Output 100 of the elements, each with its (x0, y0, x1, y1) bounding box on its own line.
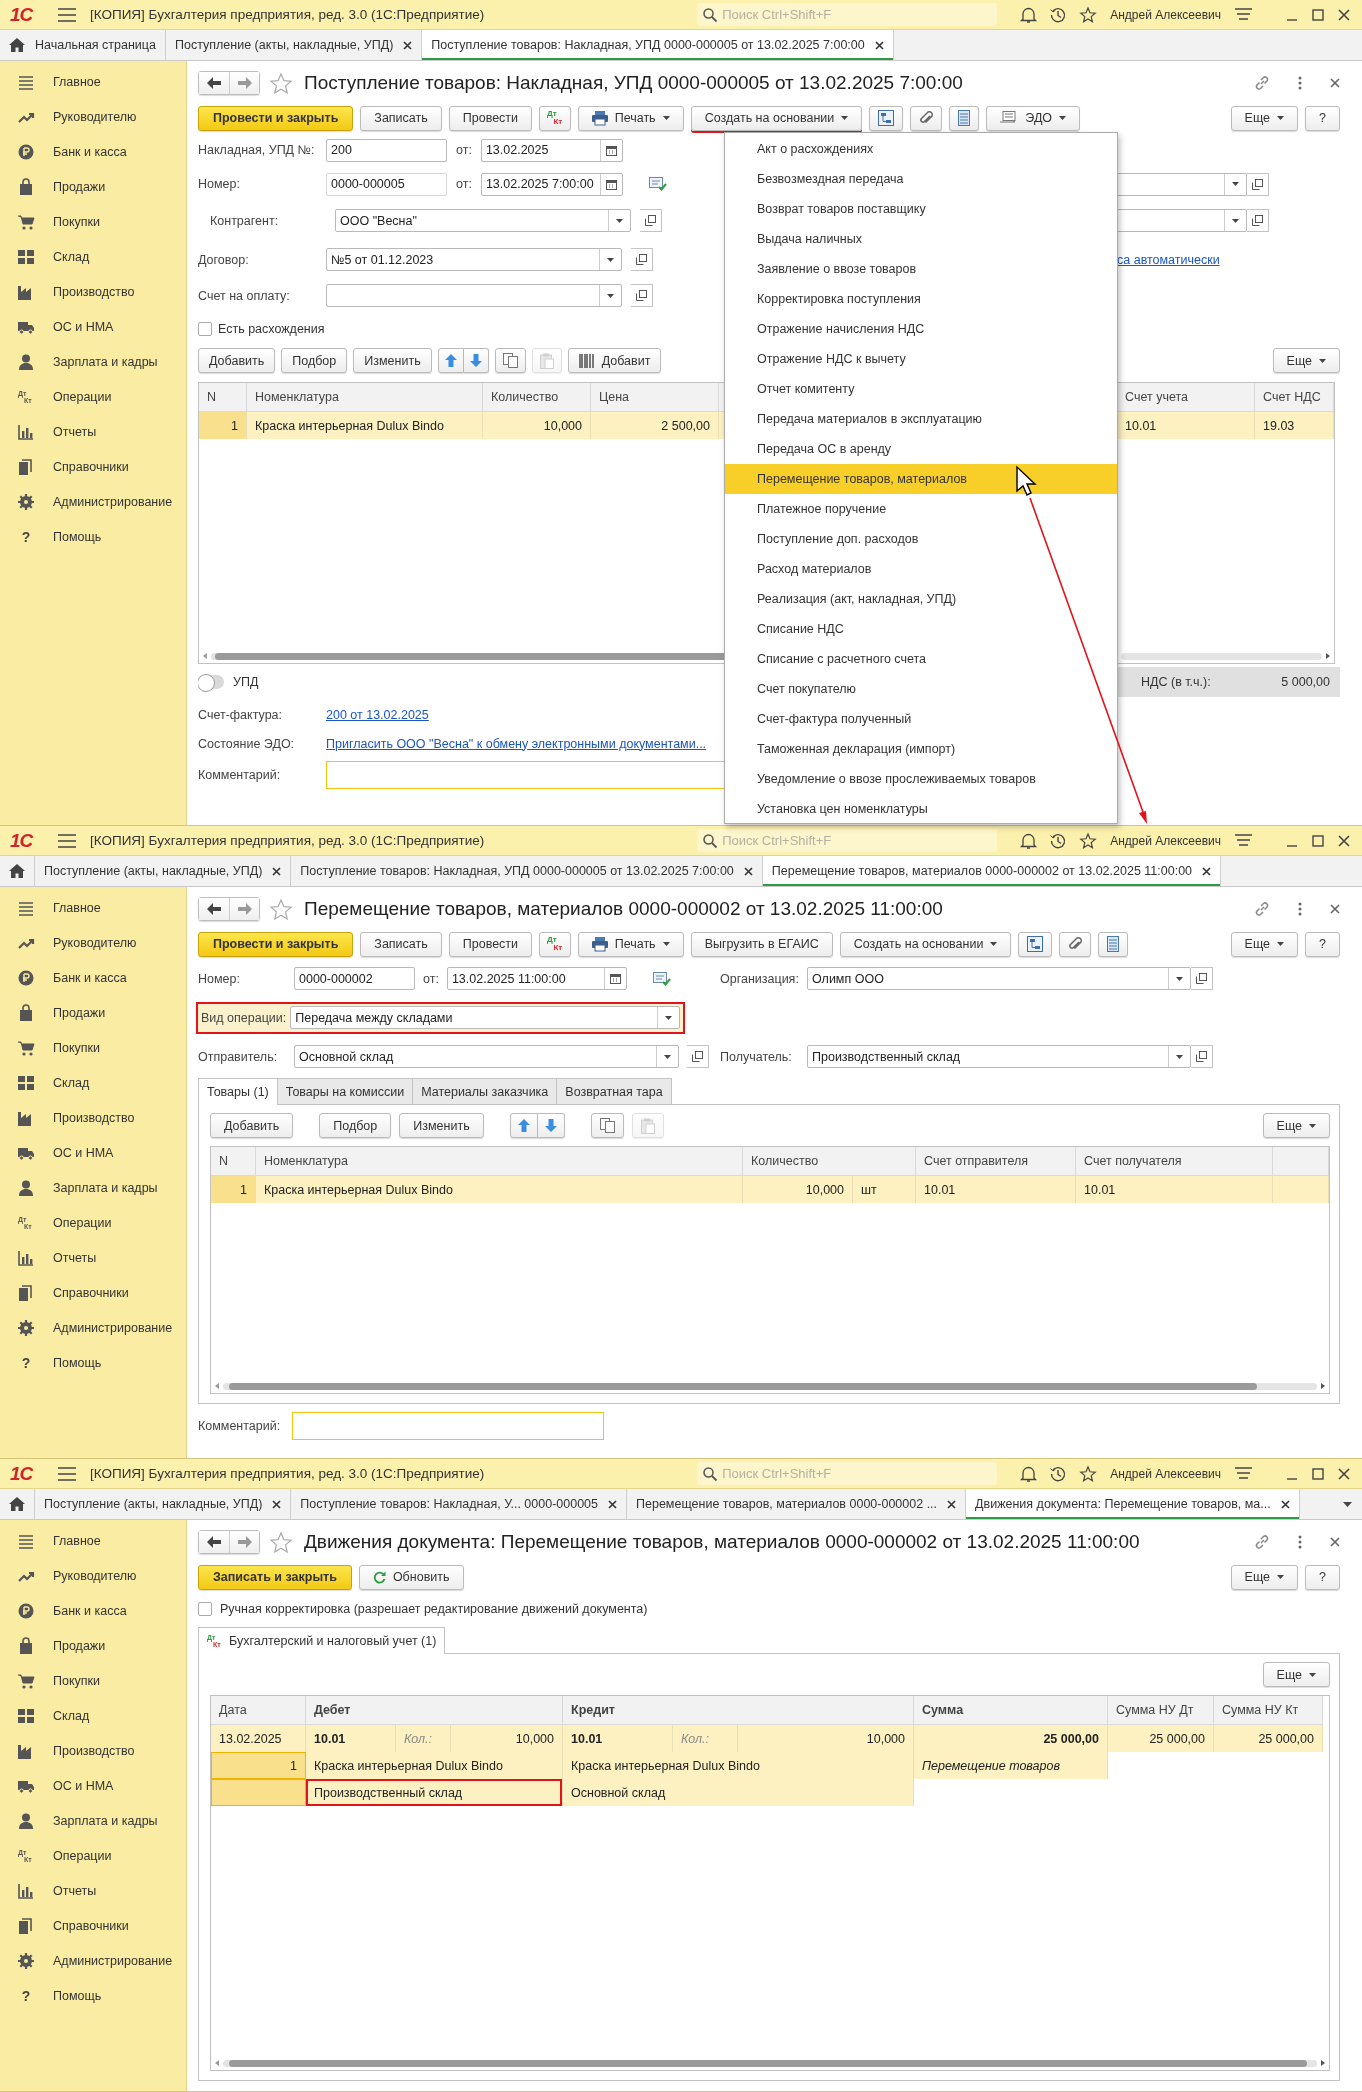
sidebar-item[interactable]: Покупки (0, 204, 186, 239)
sidebar-item[interactable]: Производство (0, 1733, 186, 1768)
date-field[interactable]: 13.02.2025 (480, 138, 623, 162)
menu-icon[interactable] (58, 833, 76, 848)
bell-icon[interactable] (1021, 6, 1037, 23)
dropdown-field[interactable] (1117, 172, 1247, 196)
list-button[interactable] (1098, 931, 1129, 957)
sidebar-item[interactable]: ОС и НМА (0, 1768, 186, 1803)
search-field[interactable]: Поиск Ctrl+Shift+F (697, 829, 998, 852)
dropdown-button[interactable]: Еще (1262, 1113, 1330, 1138)
column-header[interactable]: Счет отправителя (916, 1147, 1076, 1176)
open-button[interactable] (1247, 172, 1269, 196)
move-up-button[interactable] (437, 348, 464, 373)
search-field[interactable]: Поиск Ctrl+Shift+F (697, 1462, 998, 1485)
sidebar-item[interactable]: Продажи (0, 169, 186, 204)
column-header[interactable]: Счет НДС (1255, 383, 1334, 412)
star-icon[interactable] (1080, 6, 1097, 23)
search-field[interactable]: Поиск Ctrl+Shift+F (697, 3, 998, 26)
open-button[interactable] (1191, 967, 1213, 990)
dropdown-button[interactable]: Еще (1230, 105, 1299, 131)
sidebar-item[interactable]: Банк и касса (0, 1593, 186, 1628)
menu-icon[interactable] (58, 1466, 76, 1481)
toolbar-button[interactable]: Выгрузить в ЕГАИС (690, 931, 833, 957)
list-button[interactable] (949, 105, 980, 131)
toolbar-button[interactable]: Изменить (399, 1113, 484, 1138)
sidebar-item[interactable]: Производство (0, 274, 186, 309)
dropdown-field[interactable]: Олимп ООО (807, 967, 1191, 990)
dropdown-field[interactable] (1117, 209, 1247, 232)
sidebar-item[interactable]: Справочники (0, 1275, 186, 1310)
close-icon[interactable] (947, 1499, 957, 1509)
link-icon[interactable] (1254, 901, 1270, 917)
open-button[interactable] (631, 248, 653, 271)
column-header[interactable]: Номенклатура (247, 383, 483, 412)
sidebar-item[interactable]: Главное (0, 1523, 186, 1558)
sidebar-item[interactable]: Склад (0, 239, 186, 274)
dropdown-button[interactable]: Еще (1230, 1564, 1299, 1590)
column-header[interactable]: Счет учета (1117, 383, 1255, 412)
date-field[interactable]: 13.02.2025 11:00:00 (446, 967, 627, 990)
date-field[interactable]: 13.02.2025 7:00:00 (480, 172, 623, 196)
close-icon[interactable] (272, 1499, 282, 1509)
sidebar-item[interactable]: ? Помощь (0, 1345, 186, 1380)
text-field[interactable]: 0000-000002 (294, 967, 415, 990)
barcode-button[interactable]: Добавит (567, 348, 662, 373)
bell-icon[interactable] (1021, 1465, 1037, 1482)
sidebar-item[interactable]: Администрирование (0, 484, 186, 519)
form-tab[interactable]: Материалы заказчика (412, 1078, 558, 1104)
menu-item[interactable]: Списание НДС (725, 614, 1117, 644)
sidebar-item[interactable]: Банк и касса (0, 134, 186, 169)
toolbar-button[interactable]: Записать (360, 105, 442, 131)
edo-button[interactable]: ЭДО (986, 105, 1081, 131)
toolbar-button[interactable]: ? (1305, 105, 1340, 131)
print-button[interactable]: Печать (577, 105, 684, 131)
menu-item[interactable]: Счет-фактура полученный (725, 704, 1117, 734)
more-icon[interactable] (1298, 76, 1302, 90)
user-name[interactable]: Андрей Алексеевич (1110, 1466, 1221, 1481)
menu-item[interactable]: Акт о расхождениях (725, 134, 1117, 164)
postings-button[interactable]: Дт Кт (539, 105, 571, 131)
window-tab[interactable]: Перемещение товаров, материалов 0000-000002 от 13.02.2025 11:00:00 (762, 856, 1222, 886)
table-cell[interactable]: 1 (211, 1752, 306, 1779)
sidebar-item[interactable]: Администрирование (0, 1943, 186, 1978)
attach-button[interactable] (1059, 931, 1092, 957)
sidebar-item[interactable]: Администрирование (0, 1310, 186, 1345)
column-header[interactable]: Номенклатура (256, 1147, 743, 1176)
close-icon[interactable] (1338, 8, 1350, 21)
primary-button[interactable]: Записать и закрыть (198, 1564, 352, 1590)
settings-menu-icon[interactable] (1235, 7, 1252, 22)
structure-button[interactable] (1018, 931, 1053, 957)
sidebar-item[interactable]: ? Помощь (0, 1978, 186, 2013)
dropdown-field[interactable]: №5 от 01.12.2023 (326, 248, 622, 271)
copy-button[interactable] (494, 348, 526, 373)
table-cell[interactable] (211, 1779, 306, 1806)
dropdown-button[interactable]: Еще (1262, 1662, 1330, 1687)
column-header[interactable]: Количество (483, 383, 591, 412)
dropdown-field[interactable] (326, 284, 622, 307)
dropdown-field[interactable]: Основной склад (294, 1045, 679, 1068)
link-icon[interactable] (1254, 75, 1270, 91)
copy-button[interactable] (590, 1113, 624, 1138)
sidebar-item[interactable]: Справочники (0, 449, 186, 484)
link-icon[interactable] (1254, 1534, 1270, 1550)
history-icon[interactable] (1050, 832, 1067, 849)
menu-item[interactable]: Списание с расчетного счета (725, 644, 1117, 674)
sidebar-item[interactable]: Склад (0, 1065, 186, 1100)
dropdown-field[interactable]: Передача между складами (290, 1006, 681, 1029)
sidebar-item[interactable]: Отчеты (0, 1240, 186, 1275)
menu-item[interactable]: Корректировка поступления (725, 284, 1117, 314)
menu-item[interactable]: Заявление о ввозе товаров (725, 254, 1117, 284)
menu-item[interactable]: Возврат товаров поставщику (725, 194, 1117, 224)
sidebar-item[interactable]: Покупки (0, 1030, 186, 1065)
menu-item[interactable]: Поступление доп. расходов (725, 524, 1117, 554)
form-tab[interactable]: Возвратная тара (556, 1078, 672, 1104)
sidebar-item[interactable]: Руководителю (0, 99, 186, 134)
toolbar-button[interactable]: ? (1305, 1564, 1340, 1590)
close-icon[interactable] (874, 40, 884, 50)
dropdown-field[interactable]: Производственный склад (807, 1045, 1191, 1068)
close-icon[interactable] (403, 40, 413, 50)
primary-button[interactable]: Провести и закрыть (198, 931, 354, 957)
open-button[interactable] (1191, 1045, 1213, 1068)
close-icon[interactable] (743, 866, 753, 876)
attach-button[interactable] (910, 105, 943, 131)
print-button[interactable]: Печать (577, 931, 684, 957)
